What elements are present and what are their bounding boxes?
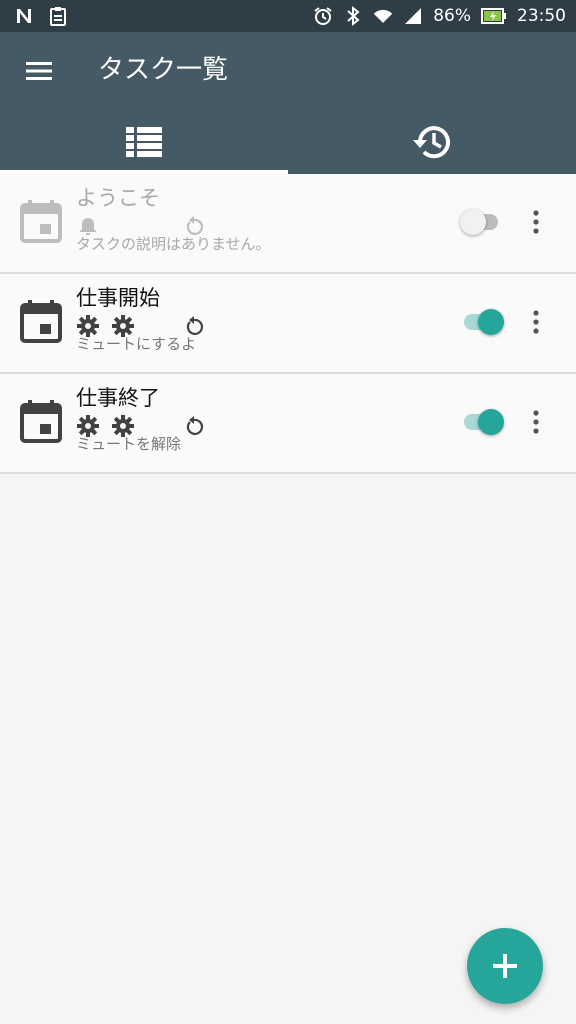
list-icon (126, 127, 162, 157)
more-vertical-icon (533, 410, 539, 434)
task-description: ミュートにするよ (76, 335, 197, 353)
clipboard-notification-icon (48, 6, 68, 26)
alarm-icon (313, 6, 333, 26)
calendar-icon (20, 300, 62, 343)
list-item[interactable]: 仕事開始 ミュートにするよ (0, 274, 576, 374)
calendar-icon (20, 400, 62, 443)
more-vertical-icon (533, 310, 539, 334)
add-task-button[interactable] (467, 928, 543, 1004)
enable-toggle[interactable] (460, 206, 508, 238)
tab-bar (0, 110, 576, 174)
enable-toggle[interactable] (460, 306, 508, 338)
more-options-button[interactable] (522, 208, 550, 236)
calendar-icon (20, 200, 62, 243)
history-icon (413, 126, 450, 159)
battery-percent: 86% (433, 6, 471, 26)
task-description: ミュートを解除 (76, 435, 182, 453)
n-notification-icon (14, 6, 34, 26)
task-list: ようこそ タスクの説明はありません。 仕事開始 ミュートにするよ 仕事終了 ミュ… (0, 174, 576, 474)
signal-icon (403, 6, 423, 26)
bluetooth-icon (343, 6, 363, 26)
wifi-icon (373, 6, 393, 26)
task-title: 仕事終了 (76, 386, 160, 410)
status-bar: 86% 23:50 (0, 0, 576, 32)
enable-toggle[interactable] (460, 406, 508, 438)
list-item[interactable]: 仕事終了 ミュートを解除 (0, 374, 576, 474)
tab-task-list[interactable] (0, 110, 288, 174)
menu-button[interactable] (22, 54, 56, 88)
list-item[interactable]: ようこそ タスクの説明はありません。 (0, 174, 576, 274)
task-description: タスクの説明はありません。 (76, 235, 271, 253)
more-options-button[interactable] (522, 408, 550, 436)
app-bar: タスク一覧 (0, 32, 576, 174)
menu-icon (26, 62, 52, 80)
task-title: 仕事開始 (76, 286, 160, 310)
clock: 23:50 (517, 6, 566, 26)
page-title: タスク一覧 (98, 55, 229, 85)
add-icon (493, 954, 517, 978)
repeat-icon (182, 414, 206, 438)
battery-charging-icon (481, 6, 507, 26)
more-vertical-icon (533, 210, 539, 234)
task-title: ようこそ (76, 186, 160, 210)
more-options-button[interactable] (522, 308, 550, 336)
tab-history[interactable] (288, 110, 576, 174)
